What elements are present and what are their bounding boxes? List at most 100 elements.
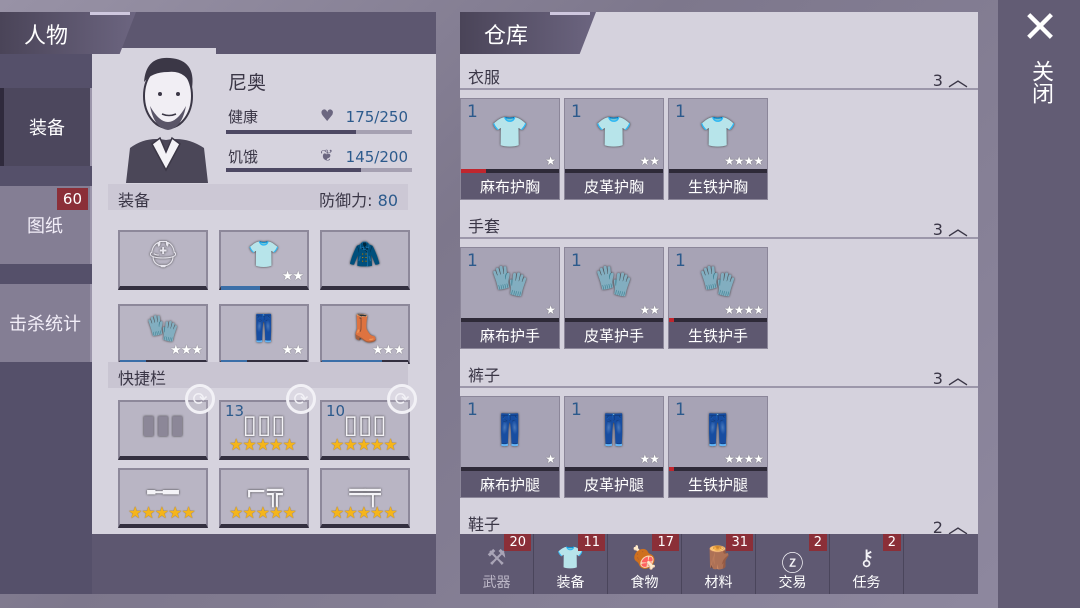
category-name: 手套 (468, 217, 501, 236)
quickbar-slot[interactable]: ⌐╦ ★★★★★ (219, 468, 309, 528)
armor-icon: 🧤 (491, 264, 529, 299)
tab-kill-stats[interactable]: 击杀统计 (0, 284, 92, 362)
category-count: 3 ︿ (932, 365, 968, 389)
equipment-slot[interactable]: ⛑ (118, 230, 208, 290)
item-label: 生铁护胸 (669, 173, 767, 199)
warehouse-item[interactable]: 1 🧤 ★ 麻布护手 (460, 247, 560, 349)
category-header[interactable]: 衣服 3 ︿ (460, 60, 978, 91)
swap-icon[interactable]: ⟳ (185, 384, 215, 414)
item-label: 麻布护腿 (461, 471, 559, 497)
category-count: 3 ︿ (932, 67, 968, 91)
count-badge: 2 (808, 534, 827, 551)
item-label: 皮革护胸 (565, 173, 663, 199)
warehouse-item[interactable]: 1 👕 ★★★★ 生铁护胸 (668, 98, 768, 200)
armor-icon: 👕 (491, 115, 529, 150)
item-label: 皮革护腿 (565, 471, 663, 497)
durability-bar (221, 286, 260, 290)
category-tab[interactable]: ⚷ 2 任务 (830, 534, 904, 594)
armor-icon: 👖 (699, 413, 737, 448)
category-tab[interactable]: 👕 11 装备 (534, 534, 608, 594)
warehouse-item[interactable]: 1 👖 ★ 麻布护腿 (460, 396, 560, 498)
star-rating: ★★ (639, 154, 659, 168)
gloves-icon: 🧤 (146, 314, 180, 344)
equipment-slot[interactable]: 👖 ★★ (219, 304, 309, 364)
category-tab-label: 交易 (778, 575, 807, 591)
item-count: 10 (326, 402, 346, 420)
health-value: 175/250 (345, 108, 408, 126)
category-tab-label: 材料 (704, 575, 733, 591)
blueprint-count-badge: 60 (56, 188, 88, 210)
warehouse-item[interactable]: 1 👖 ★★ 皮革护腿 (564, 396, 664, 498)
tab-equipment[interactable]: 装备 (0, 88, 92, 166)
star-rating: ★★ (639, 452, 659, 466)
hunger-value: 145/200 (345, 148, 408, 166)
star-rating: ★★★★ (723, 154, 764, 168)
hunger-bar (226, 168, 412, 172)
warehouse-item[interactable]: 1 👖 ★★★★ 生铁护腿 (668, 396, 768, 498)
star-rating: ★ (545, 452, 556, 466)
character-title: 人物 (0, 12, 136, 54)
warehouse-item[interactable]: 1 🧤 ★★ 皮革护手 (564, 247, 664, 349)
stomach-icon: ❦ (320, 146, 334, 165)
quickbar-header: 快捷栏 (108, 362, 408, 388)
count-badge: 17 (652, 534, 679, 551)
ammo-icon: ▮▮▮ (141, 410, 185, 440)
category-header[interactable]: 裤子 3 ︿ (460, 358, 978, 389)
warehouse-title: 仓库 (460, 12, 596, 54)
category-tab[interactable]: 🍖 17 食物 (608, 534, 682, 594)
character-portrait (116, 48, 216, 183)
gold-star-rating: ★★★★★ (330, 503, 398, 522)
item-count: 13 (225, 402, 245, 420)
tab-blueprints[interactable]: 60 图纸 (0, 186, 92, 264)
warehouse-item[interactable]: 1 👕 ★ 麻布护胸 (460, 98, 560, 200)
category-header[interactable]: 鞋子 2 ︿ (460, 507, 978, 538)
gold-star-rating: ★★★★★ (229, 503, 297, 522)
gold-star-rating: ★★★★★ (229, 435, 297, 454)
close-button[interactable]: 关闭 (1026, 60, 1056, 104)
hunger-label: 饥饿 (228, 148, 259, 166)
character-name: 尼奥 (228, 72, 267, 94)
character-panel: 装备 60 图纸 击杀统计 尼奥 健康 ♥ 175/250 饥饿 ❦ 145/20… (0, 12, 436, 594)
collapse-icon[interactable]: ︿ (948, 67, 968, 91)
warehouse-item[interactable]: 1 👕 ★★ 皮革护胸 (564, 98, 664, 200)
equipment-slot[interactable]: 👢 ★★★ (320, 304, 410, 364)
equipment-slot[interactable]: 🧥 (320, 230, 410, 290)
star-rating: ★ (545, 154, 556, 168)
quickbar-slot[interactable]: ╾━ ★★★★★ (118, 468, 208, 528)
swap-icon[interactable]: ⟳ (286, 384, 316, 414)
swap-icon[interactable]: ⟳ (387, 384, 417, 414)
star-rating: ★★★ (372, 343, 405, 358)
collapse-icon[interactable]: ︿ (948, 365, 968, 389)
close-column: ✕ 关闭 (998, 0, 1080, 608)
star-rating: ★★ (281, 343, 304, 358)
star-rating: ★ (545, 303, 556, 317)
warehouse-item[interactable]: 1 🧤 ★★★★ 生铁护手 (668, 247, 768, 349)
category-tab[interactable]: ⓩ 2 交易 (756, 534, 830, 594)
armor-icon: 🧤 (699, 264, 737, 299)
category-tab-label: 装备 (556, 575, 585, 591)
armor-icon: 👕 (595, 115, 633, 150)
category-tab-label: 武器 (482, 575, 511, 591)
quickbar-slot[interactable]: ═╤ ★★★★★ (320, 468, 410, 528)
gold-star-rating: ★★★★★ (330, 435, 398, 454)
category-header[interactable]: 手套 3 ︿ (460, 209, 978, 240)
close-icon[interactable]: ✕ (1020, 6, 1060, 50)
heart-icon: ♥ (320, 106, 335, 125)
equipment-slot[interactable]: 🧤 ★★★ (118, 304, 208, 364)
item-label: 皮革护手 (565, 322, 663, 348)
armor-icon: 👖 (595, 413, 633, 448)
equipment-slot[interactable]: 👕 ★★ (219, 230, 309, 290)
category-name: 衣服 (468, 68, 501, 87)
category-name: 鞋子 (468, 515, 501, 534)
category-tab[interactable]: ⚒ 20 武器 (460, 534, 534, 594)
star-rating: ★★ (281, 269, 304, 284)
count-badge: 11 (578, 534, 605, 551)
category-count: 3 ︿ (932, 216, 968, 240)
health-label: 健康 (228, 108, 259, 126)
count-badge: 2 (882, 534, 901, 551)
warehouse-category-bar: ⚒ 20 武器 👕 11 装备 🍖 17 食物 🪵 31 材料 ⓩ 2 交易 ⚷ 2 任务 (460, 534, 978, 594)
category-tab[interactable]: 🪵 31 材料 (682, 534, 756, 594)
armor-icon: 🧤 (595, 264, 633, 299)
item-label: 麻布护胸 (461, 173, 559, 199)
collapse-icon[interactable]: ︿ (948, 216, 968, 240)
